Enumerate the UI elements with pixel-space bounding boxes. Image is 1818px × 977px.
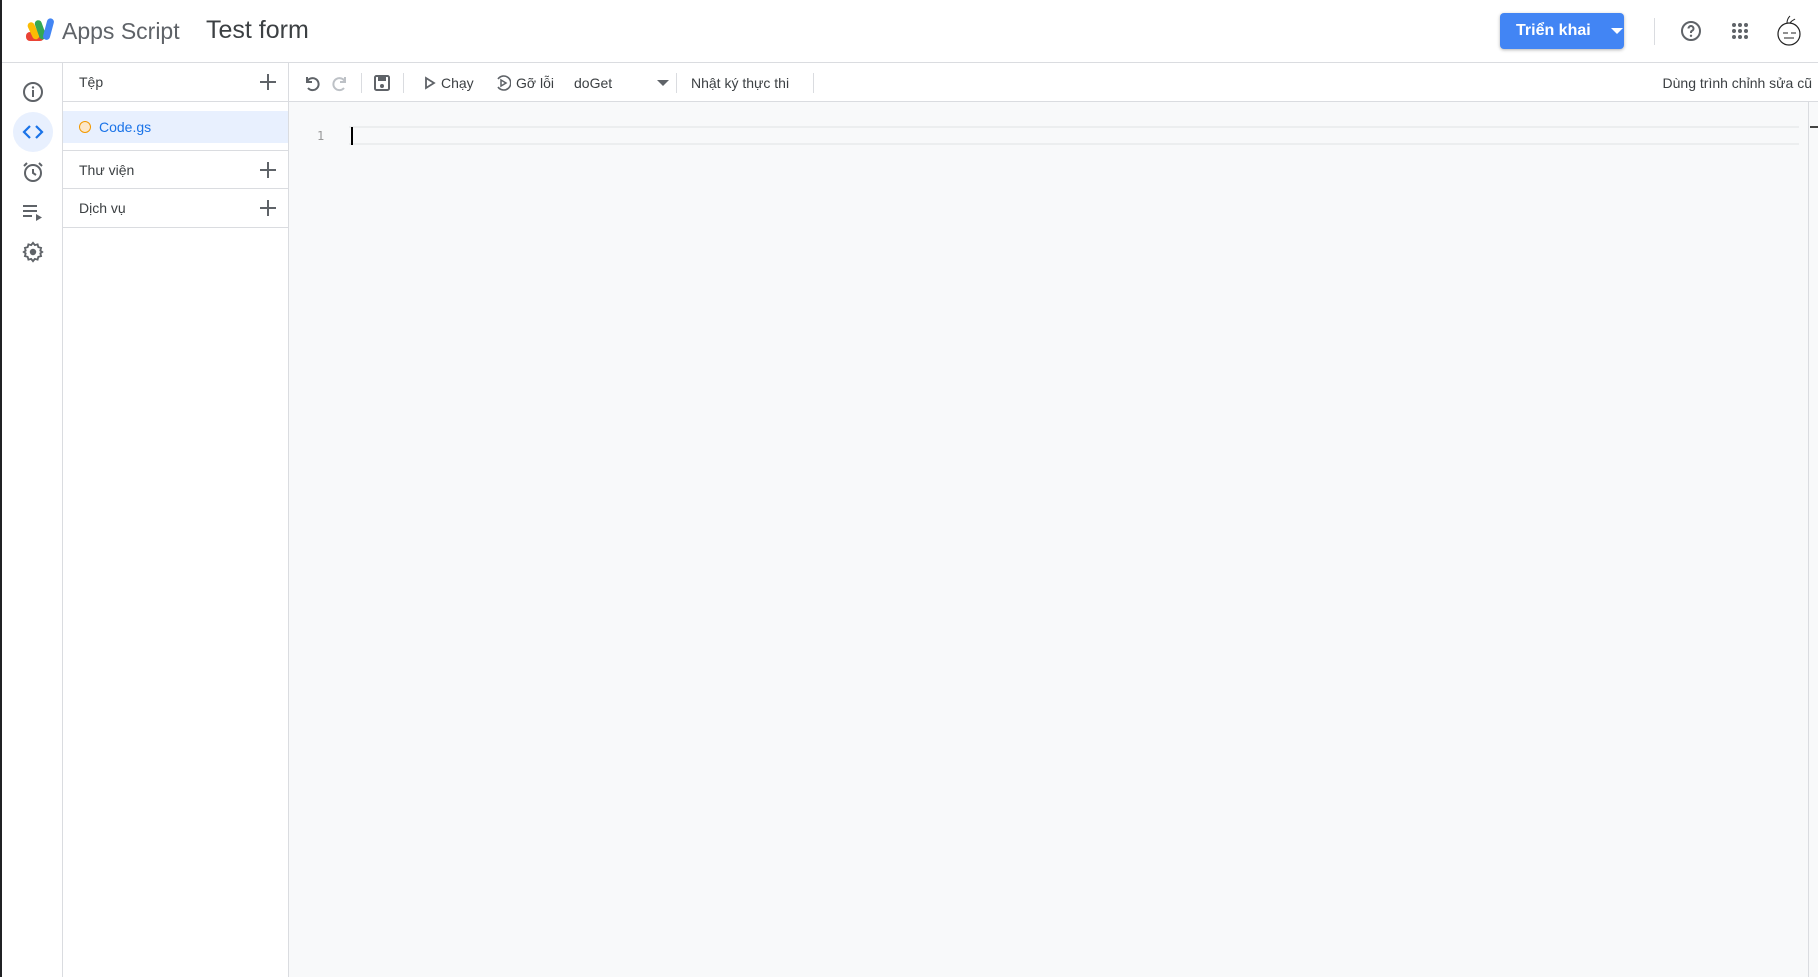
add-file-plus-icon[interactable] bbox=[258, 72, 278, 92]
divider bbox=[403, 73, 404, 93]
libraries-label: Thư viện bbox=[79, 161, 135, 178]
undo-icon[interactable] bbox=[303, 63, 321, 102]
libraries-section-header: Thư viện bbox=[63, 150, 288, 189]
help-icon[interactable] bbox=[1675, 15, 1707, 47]
debug-button[interactable]: Gỡ lỗi bbox=[495, 63, 554, 102]
files-label: Tệp bbox=[79, 74, 104, 90]
deploy-label: Triển khai bbox=[1516, 22, 1591, 39]
file-name: Code.gs bbox=[99, 119, 152, 135]
files-section-header: Tệp bbox=[63, 63, 288, 102]
left-nav-rail bbox=[2, 63, 63, 977]
triggers-alarm-icon[interactable] bbox=[13, 152, 53, 192]
overview-info-icon[interactable] bbox=[13, 72, 53, 112]
function-select[interactable]: doGet bbox=[574, 63, 669, 102]
play-icon bbox=[425, 75, 436, 90]
divider bbox=[676, 73, 677, 93]
line-number: 1 bbox=[317, 129, 325, 143]
avatar[interactable] bbox=[1772, 14, 1806, 48]
divider bbox=[1654, 18, 1655, 45]
legacy-editor-label: Dùng trình chỉnh sửa cũ bbox=[1662, 74, 1812, 91]
services-section-header: Dịch vụ bbox=[63, 189, 288, 228]
execution-log-button[interactable]: Nhật ký thực thi bbox=[691, 63, 789, 102]
debug-icon bbox=[497, 74, 511, 91]
run-button[interactable]: Chạy bbox=[424, 63, 474, 102]
add-service-plus-icon[interactable] bbox=[258, 198, 278, 218]
code-editor[interactable]: 1 bbox=[289, 102, 1818, 977]
text-cursor bbox=[351, 127, 353, 145]
save-icon[interactable] bbox=[373, 63, 391, 102]
redo-icon[interactable] bbox=[331, 63, 349, 102]
overview-ruler-cursor-mark bbox=[1810, 126, 1818, 128]
apps-script-logo bbox=[26, 18, 54, 41]
vertical-scrollbar[interactable] bbox=[1808, 102, 1809, 977]
unsaved-dot-icon bbox=[79, 121, 91, 133]
settings-gear-icon[interactable] bbox=[13, 232, 53, 272]
deploy-button[interactable]: Triển khai bbox=[1500, 13, 1624, 49]
project-title[interactable]: Test form bbox=[206, 16, 309, 45]
dropdown-arrow-icon bbox=[657, 79, 669, 86]
function-select-value: doGet bbox=[574, 74, 613, 91]
add-library-plus-icon[interactable] bbox=[258, 160, 278, 180]
run-label: Chạy bbox=[441, 74, 474, 91]
current-line-highlight bbox=[349, 126, 1799, 145]
apps-grid-icon[interactable] bbox=[1724, 15, 1756, 47]
debug-label: Gỡ lỗi bbox=[516, 74, 554, 91]
execution-log-label: Nhật ký thực thi bbox=[691, 74, 790, 91]
divider bbox=[813, 73, 814, 93]
services-label: Dịch vụ bbox=[79, 200, 126, 216]
top-bar: Apps Script Test form Triển khai bbox=[2, 0, 1818, 63]
use-legacy-editor-link[interactable]: Dùng trình chỉnh sửa cũ bbox=[1663, 63, 1812, 102]
divider bbox=[361, 73, 362, 93]
files-panel: Tệp Code.gs Thư viện Dịch vụ bbox=[63, 63, 289, 977]
file-item-code-gs[interactable]: Code.gs bbox=[63, 111, 288, 143]
editor-toolbar: Chạy Gỡ lỗi doGet Nhật ký thực thi Dùng … bbox=[289, 63, 1818, 102]
chevron-down-icon bbox=[1610, 28, 1623, 34]
app-name: Apps Script bbox=[62, 18, 180, 44]
executions-icon[interactable] bbox=[13, 192, 53, 232]
editor-code-icon[interactable] bbox=[13, 112, 53, 152]
